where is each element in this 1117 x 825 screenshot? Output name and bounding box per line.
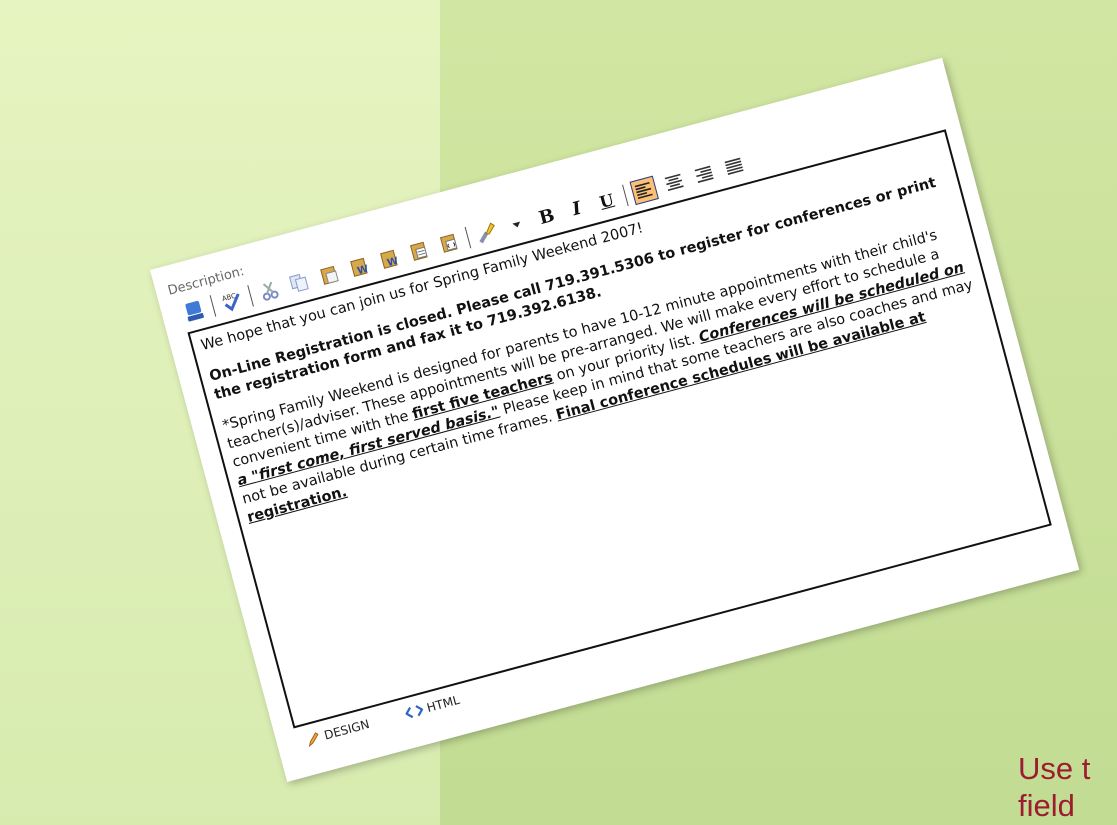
align-left-button[interactable] [629,175,659,206]
bold-button[interactable]: B [532,202,561,231]
underline-label: U [597,189,616,212]
paste-icon[interactable] [315,260,344,289]
instruction-line-1: Use t [1018,751,1091,786]
toolbar-separator [622,184,629,207]
toolbar-separator [209,295,217,317]
svg-text:W: W [386,256,400,269]
toolbar-separator [247,285,254,307]
paste-text-icon[interactable] [404,236,433,265]
preview-icon[interactable] [179,296,208,325]
italic-label: I [569,197,584,220]
html-mode-label: HTML [425,692,462,715]
cut-icon[interactable] [255,276,284,305]
format-brush-icon[interactable] [472,218,501,247]
underline-button[interactable]: U [592,186,621,215]
bold-label: B [536,204,557,229]
design-mode-label: DESIGN [322,716,371,743]
align-justify-button[interactable] [719,152,748,181]
paste-html-icon[interactable] [434,228,463,257]
svg-text:W: W [356,264,370,277]
dropdown-arrow-icon[interactable] [502,210,531,239]
code-brackets-icon [405,705,424,719]
html-mode-tab[interactable]: HTML [404,693,461,721]
italic-button[interactable]: I [562,194,591,223]
toolbar-separator [464,226,472,249]
spellcheck-icon[interactable]: ABC [217,286,246,315]
pencil-icon [308,732,319,748]
instruction-line-2: field [1018,788,1075,823]
instruction-text: Use t field [1018,750,1090,824]
align-center-button[interactable] [659,168,688,197]
copy-icon[interactable] [285,268,314,297]
align-right-button[interactable] [689,160,718,189]
paste-word-clean-icon[interactable]: W [375,244,404,273]
paste-word-icon[interactable]: W [345,252,374,281]
